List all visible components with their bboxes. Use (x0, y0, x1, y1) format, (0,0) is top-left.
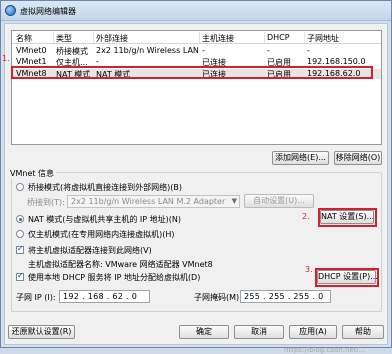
apply-button[interactable]: 应用(A) (289, 325, 337, 339)
virtual-network-editor-window: 虚拟网络编辑器 名称 类型 外部连接 主机连接 DHCP 子网地址 VMnet0… (0, 0, 392, 354)
chevron-down-icon: ▼ (231, 197, 237, 205)
cell-subnet: 192.168.150.0 (307, 57, 366, 66)
adapter-name-text: 主机虚拟适配器名称: VMware 网络适配器 VMnet8 (28, 260, 213, 269)
bridged-to-label: 桥接到(T): (27, 198, 65, 207)
list-header: 名称 类型 外部连接 主机连接 DHCP 子网地址 (12, 31, 381, 44)
nat-mode-label[interactable]: NAT 模式(与虚拟机共享主机的 IP 地址)(N) (28, 214, 181, 225)
cell-external: - (96, 57, 99, 66)
subnet-ip-input[interactable]: 192 . 168 . 62 . 0 (59, 290, 150, 303)
column-type[interactable]: 类型 (56, 33, 72, 44)
host-only-radio[interactable] (16, 230, 24, 238)
restore-defaults-button[interactable]: 还原默认设置(R) (8, 325, 75, 339)
vmnet-info-title: VMnet 信息 (8, 168, 57, 179)
network-list[interactable]: 名称 类型 外部连接 主机连接 DHCP 子网地址 VMnet0 桥接模式 2x… (11, 30, 382, 145)
cell-dhcp: - (267, 46, 270, 55)
window-title: 虚拟网络编辑器 (20, 7, 76, 16)
column-external-connection[interactable]: 外部连接 (96, 33, 128, 44)
cell-name: VMnet1 (16, 57, 47, 66)
bridged-mode-radio[interactable] (16, 183, 24, 191)
annotation-label-2: 2. (302, 212, 310, 221)
add-network-button[interactable]: 添加网络(E)... (272, 151, 329, 165)
column-host-connection[interactable]: 主机连接 (202, 33, 234, 44)
cell-external: 2x2 11b/g/n Wireless LAN M... (96, 46, 198, 55)
connect-adapter-checkbox[interactable] (16, 244, 24, 254)
column-dhcp[interactable]: DHCP (267, 33, 290, 42)
highlight-box-vmnet8 (11, 66, 373, 79)
cell-name: VMnet0 (16, 46, 47, 55)
bridged-adapter-value: 2x2 11b/g/n Wireless LAN M.2 Adapter (71, 197, 226, 206)
ok-button[interactable]: 确定 (179, 325, 229, 339)
highlight-box-dhcp (315, 268, 379, 287)
watermark-text: https://blog.csdn.net/... (284, 346, 366, 354)
cell-host: - (202, 46, 205, 55)
remove-network-button[interactable]: 移除网络(O) (334, 151, 382, 165)
connect-adapter-label[interactable]: 将主机虚拟适配器连接到此网络(V) (28, 245, 152, 256)
bridged-mode-label[interactable]: 桥接模式(将虚拟机直接连接到外部网络)(B) (28, 182, 182, 193)
use-dhcp-label[interactable]: 使用本地 DHCP 服务将 IP 地址分配给虚拟机(D) (28, 272, 200, 283)
subnet-mask-label: 子网掩码(M): (194, 293, 242, 302)
use-dhcp-checkbox[interactable] (16, 271, 24, 281)
cell-subnet: - (307, 46, 310, 55)
cell-type: 桥接模式 (56, 47, 88, 56)
table-row[interactable]: VMnet0 桥接模式 2x2 11b/g/n Wireless LAN M..… (12, 46, 381, 56)
annotation-label-1: 1. (2, 54, 10, 63)
help-button[interactable]: 帮助 (342, 325, 384, 339)
column-name[interactable]: 名称 (16, 33, 32, 44)
auto-settings-button[interactable]: 自动设置(U)... (244, 194, 314, 208)
vmware-network-icon (5, 5, 16, 16)
dialog-body: 名称 类型 外部连接 主机连接 DHCP 子网地址 VMnet0 桥接模式 2x… (2, 23, 388, 354)
host-only-label[interactable]: 仅主机模式(在专用网络内连接虚拟机)(H) (28, 229, 175, 240)
bridged-adapter-select[interactable]: 2x2 11b/g/n Wireless LAN M.2 Adapter ▼ (67, 195, 240, 208)
subnet-mask-input[interactable]: 255 . 255 . 255 . 0 (240, 290, 331, 303)
column-subnet[interactable]: 子网地址 (307, 33, 339, 44)
nat-mode-radio[interactable] (16, 215, 24, 223)
highlight-box-nat (318, 208, 377, 227)
cancel-button[interactable]: 取消 (234, 325, 284, 339)
title-bar: 虚拟网络编辑器 (1, 1, 391, 21)
annotation-label-3: 3. (305, 265, 313, 274)
subnet-ip-label: 子网 IP (I): (16, 293, 56, 302)
